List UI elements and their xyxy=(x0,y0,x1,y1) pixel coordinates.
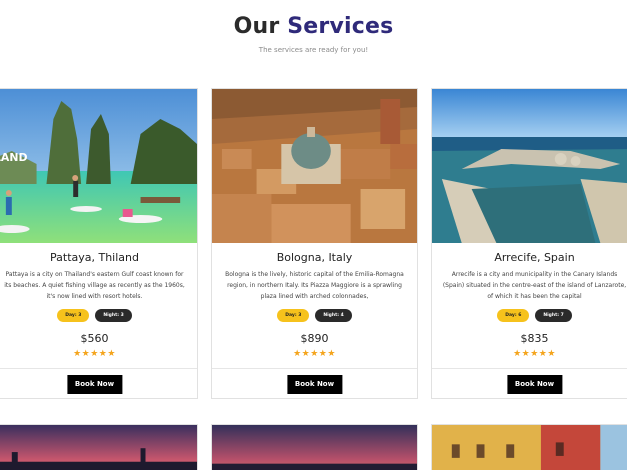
night-badge: Night: 3 xyxy=(95,309,132,322)
service-card-row2-2 xyxy=(211,424,418,470)
section-subtitle: The services are ready for you! xyxy=(258,46,369,54)
star-rating: ★★★★★ xyxy=(293,349,336,359)
night-badge: Night: 4 xyxy=(315,309,352,322)
day-badge: Day: 3 xyxy=(277,309,310,322)
service-card-pattaya: LAND Pattaya, Thiland Pattaya is a city … xyxy=(0,88,198,399)
pattaya-photo: LAND xyxy=(0,89,197,243)
service-card-bologna: Bologna, Italy Bologna is the lively, hi… xyxy=(211,88,418,399)
duration-pills: Day: 3 Night: 4 xyxy=(212,309,417,322)
card-price: $890 xyxy=(300,332,329,345)
star-rating: ★★★★★ xyxy=(513,349,556,359)
card-title: Bologna, Italy xyxy=(276,251,353,264)
section-title: Our Services xyxy=(0,14,627,39)
sunset-sky-photo xyxy=(212,425,417,470)
card-price: $560 xyxy=(80,332,109,345)
sunset-city-photo xyxy=(0,425,197,470)
day-badge: Day: 6 xyxy=(497,309,530,322)
service-card-row2-1 xyxy=(0,424,198,470)
card-divider xyxy=(432,368,627,369)
colorful-buildings-photo xyxy=(432,425,627,470)
section-title-part2: Services xyxy=(287,14,394,39)
book-now-button[interactable]: Book Now xyxy=(66,375,123,394)
arrecife-photo xyxy=(432,89,627,243)
card-price: $835 xyxy=(520,332,549,345)
service-card-row2-3 xyxy=(431,424,627,470)
book-now-button[interactable]: Book Now xyxy=(506,375,563,394)
day-badge: Day: 3 xyxy=(57,309,90,322)
card-divider xyxy=(212,368,417,369)
star-rating: ★★★★★ xyxy=(73,349,116,359)
bologna-photo xyxy=(212,89,417,243)
card-title: Pattaya, Thiland xyxy=(50,251,139,264)
duration-pills: Day: 6 Night: 7 xyxy=(432,309,627,322)
section-title-part1: Our xyxy=(233,14,280,39)
svg-text:LAND: LAND xyxy=(0,151,27,164)
card-divider xyxy=(0,368,197,369)
night-badge: Night: 7 xyxy=(535,309,572,322)
card-description: Pattaya is a city on Thailand's eastern … xyxy=(4,271,185,300)
service-card-arrecife: Arrecife, Spain Arrecife is a city and m… xyxy=(431,88,627,399)
card-description: Bologna is the lively, historic capital … xyxy=(225,271,404,300)
duration-pills: Day: 3 Night: 3 xyxy=(0,309,197,322)
section-header: Our Services The services are ready for … xyxy=(0,14,627,54)
card-description: Arrecife is a city and municipality in t… xyxy=(442,271,627,300)
book-now-button[interactable]: Book Now xyxy=(286,375,343,394)
card-title: Arrecife, Spain xyxy=(494,251,575,264)
